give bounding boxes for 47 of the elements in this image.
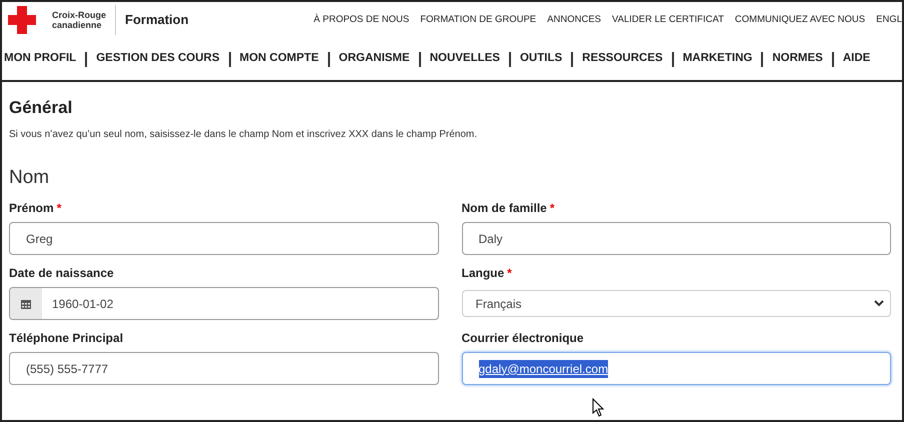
- nav-link[interactable]: MON PROFIL: [2, 50, 78, 68]
- top-link[interactable]: VALIDER LE CERTIFICAT: [612, 12, 724, 28]
- field-label: Langue: [462, 265, 504, 282]
- top-link[interactable]: À PROPOS DE NOUS: [314, 12, 410, 28]
- cross-logo-icon: [8, 6, 36, 34]
- calendar-icon: [21, 298, 31, 308]
- nav-link[interactable]: ORGANISME: [336, 50, 412, 68]
- required-asterisk: *: [550, 200, 555, 217]
- nav-link[interactable]: MON COMPTE: [238, 50, 321, 68]
- field-value: gdaly@moncourriel.com: [478, 360, 608, 378]
- language-select[interactable]: Français: [462, 290, 891, 317]
- field-value: Daly: [478, 230, 503, 248]
- group-title: Nom: [9, 166, 50, 190]
- nav-link[interactable]: NORMES: [770, 50, 825, 68]
- field-label: Nom de famille: [462, 200, 547, 217]
- field-value: Greg: [26, 230, 53, 248]
- top-link[interactable]: FORMATION DE GROUPE: [420, 12, 536, 28]
- required-asterisk: *: [56, 200, 62, 217]
- top-link[interactable]: COMMUNIQUEZ AVEC NOUS: [734, 12, 866, 28]
- nav-link[interactable]: RESSOURCES: [580, 50, 665, 68]
- nav-link[interactable]: OUTILS: [518, 50, 564, 68]
- required-asterisk: *: [507, 265, 512, 282]
- input-field[interactable]: Greg: [9, 222, 438, 255]
- nav-link[interactable]: MARKETING: [680, 50, 754, 68]
- chevron-down-icon: [874, 300, 884, 307]
- product-title: Formation: [125, 11, 189, 30]
- input-field[interactable]: gdaly@moncourriel.com: [462, 352, 891, 385]
- date-field[interactable]: 1960-01-02: [9, 287, 438, 320]
- section-title: Général: [9, 97, 74, 119]
- field-value: Français: [476, 296, 522, 312]
- input-field[interactable]: Daly: [462, 222, 891, 255]
- field-value: (555) 555-7777: [26, 360, 108, 378]
- field-value: 1960-01-02: [52, 296, 114, 310]
- field-label: Date de naissance: [9, 265, 114, 282]
- field-label: Prénom: [9, 200, 54, 217]
- mouse-cursor-icon: [592, 398, 605, 417]
- top-link[interactable]: ANNONCES: [547, 12, 601, 28]
- field-label: Téléphone Principal: [9, 330, 124, 347]
- nav-link[interactable]: GESTION DES COURS: [94, 50, 222, 68]
- brand-name: Croix-Rouge: [52, 10, 106, 20]
- section-note: Si vous n’avez qu’un seul nom, saisissez-le dans le champ Nom et inscrivez XXX dans le champ Prénom.: [9, 128, 478, 142]
- field-label: Courrier électronique: [462, 330, 584, 347]
- nav-link[interactable]: AIDE: [840, 50, 872, 68]
- top-link[interactable]: ENGL: [876, 12, 902, 28]
- input-field[interactable]: (555) 555-7777: [9, 352, 438, 385]
- brand-name: canadienne: [52, 20, 103, 30]
- nav-link[interactable]: NOUVELLES: [428, 50, 502, 68]
